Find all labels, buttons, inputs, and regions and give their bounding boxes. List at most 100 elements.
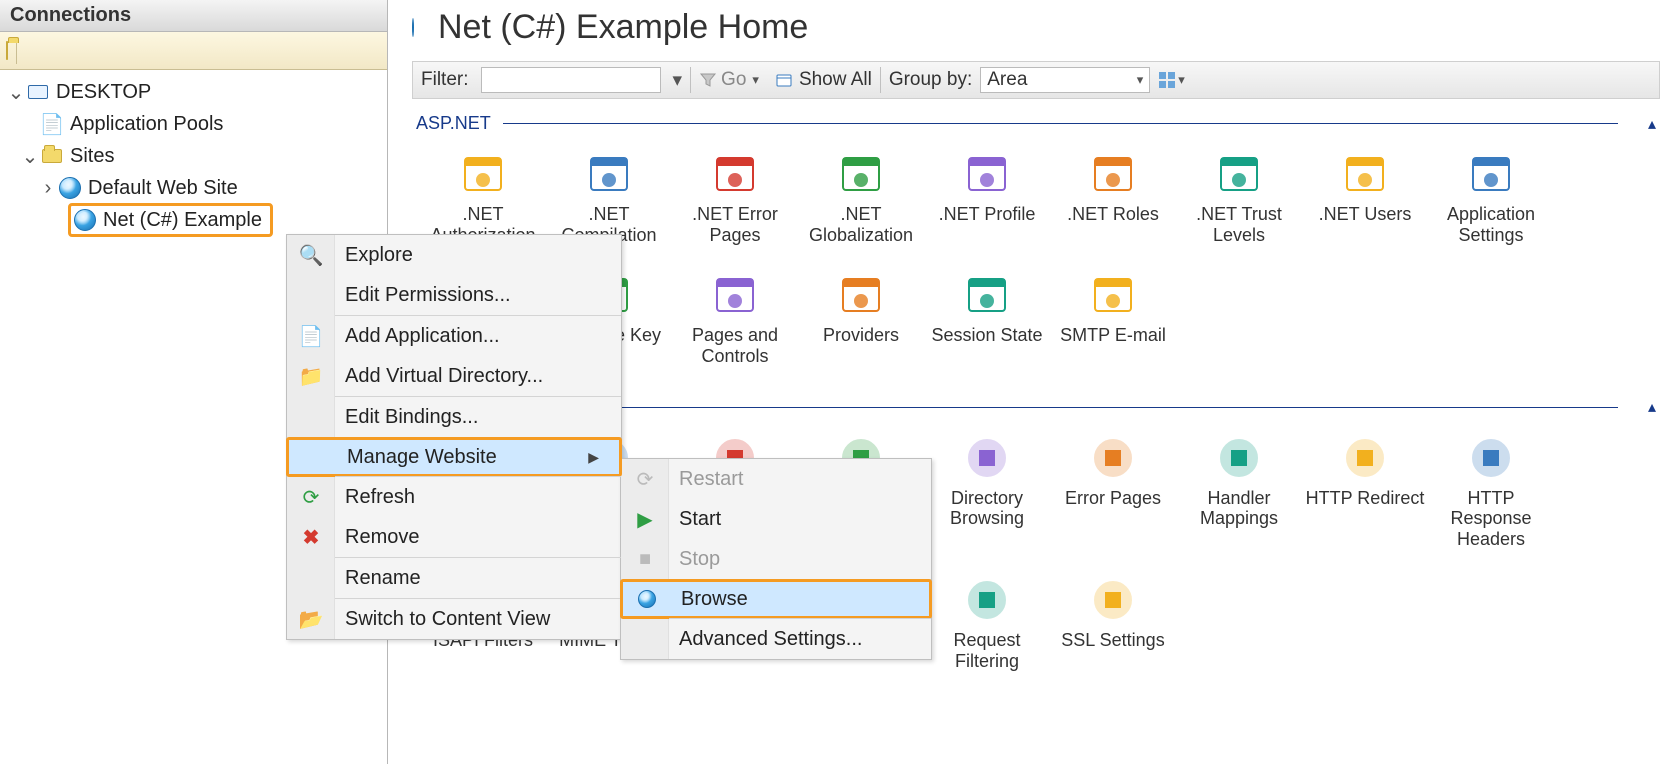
menu-rename[interactable]: Rename <box>287 558 621 598</box>
tree-label: DESKTOP <box>56 81 151 104</box>
collapse-icon[interactable]: ▴ <box>1648 397 1656 417</box>
feature-icon <box>546 148 672 200</box>
feature-icon <box>924 148 1050 200</box>
feature-item[interactable]: .NET Users <box>1302 144 1428 245</box>
feature-item[interactable]: Request Filtering <box>924 570 1050 671</box>
menu-switch-content-view[interactable]: 📂 Switch to Content View <box>287 599 621 639</box>
menu-explore[interactable]: 🔍 Explore <box>287 235 621 275</box>
refresh-icon: ⟳ <box>297 485 325 510</box>
feature-label: HTTP Response Headers <box>1428 488 1554 550</box>
collapse-icon[interactable]: ⌄ <box>6 80 26 105</box>
feature-icon <box>672 148 798 200</box>
feature-icon <box>798 269 924 321</box>
feature-label: .NET Users <box>1302 204 1428 225</box>
menu-label: Switch to Content View <box>345 608 550 631</box>
feature-icon <box>1050 574 1176 626</box>
feature-item[interactable]: Handler Mappings <box>1176 428 1302 550</box>
submenu-start[interactable]: ▶ Start <box>621 499 931 539</box>
feature-icon <box>420 148 546 200</box>
menu-label: Rename <box>345 567 421 590</box>
tree-node-desktop[interactable]: ⌄ DESKTOP <box>2 76 385 108</box>
feature-item[interactable]: HTTP Redirect <box>1302 428 1428 550</box>
tree-node-net-example[interactable]: Net (C#) Example <box>2 204 385 236</box>
connections-tree: ⌄ DESKTOP 📄 Application Pools ⌄ Sites › … <box>0 70 387 242</box>
feature-label: Directory Browsing <box>924 488 1050 529</box>
group-header-aspnet[interactable]: ASP.NET ▴ <box>416 113 1664 134</box>
feature-item[interactable]: .NET Authorization <box>420 144 546 245</box>
connections-header: Connections <box>0 0 387 32</box>
go-button[interactable]: Go ▾ <box>691 62 767 98</box>
feature-item[interactable]: Application Settings <box>1428 144 1554 245</box>
feature-label: Error Pages <box>1050 488 1176 509</box>
filter-dropdown-icon[interactable]: ▾ <box>665 62 691 98</box>
tree-node-app-pools[interactable]: 📄 Application Pools <box>2 108 385 140</box>
collapse-icon[interactable]: ⌄ <box>20 144 40 169</box>
menu-add-application[interactable]: 📄 Add Application... <box>287 316 621 356</box>
menu-manage-website[interactable]: Manage Website ▶ <box>286 437 622 477</box>
feature-label: Pages and Controls <box>672 325 798 366</box>
feature-item[interactable]: SSL Settings <box>1050 570 1176 671</box>
menu-label: Manage Website <box>347 446 497 469</box>
feature-label: .NET Globalization <box>798 204 924 245</box>
show-all-button[interactable]: Show All <box>767 62 880 98</box>
content-view-icon: 📂 <box>297 607 325 632</box>
funnel-icon <box>699 71 717 89</box>
tree-node-default-web-site[interactable]: › Default Web Site <box>2 172 385 204</box>
filter-input[interactable] <box>481 67 661 93</box>
submenu-advanced-settings[interactable]: Advanced Settings... <box>621 619 931 659</box>
feature-item[interactable]: Error Pages <box>1050 428 1176 550</box>
feature-item[interactable]: .NET Error Pages <box>672 144 798 245</box>
feature-label: Application Settings <box>1428 204 1554 245</box>
feature-item[interactable]: SMTP E-mail <box>1050 265 1176 366</box>
feature-item[interactable]: Pages and Controls <box>672 265 798 366</box>
globe-icon <box>412 19 414 37</box>
expand-icon[interactable]: › <box>38 177 58 200</box>
menu-label: Browse <box>681 588 748 611</box>
menu-label: Edit Bindings... <box>345 406 478 429</box>
collapse-icon[interactable]: ▴ <box>1648 114 1656 134</box>
filter-toolbar: Filter: ▾ Go ▾ Show All Group by: Area ▾… <box>412 61 1660 99</box>
feature-icon <box>924 574 1050 626</box>
feature-item[interactable]: Directory Browsing <box>924 428 1050 550</box>
feature-icon <box>1428 148 1554 200</box>
tree-label: Application Pools <box>70 113 223 136</box>
restart-icon: ⟳ <box>631 467 659 492</box>
submenu-restart: ⟳ Restart <box>621 459 931 499</box>
menu-add-virtual-directory[interactable]: 📁 Add Virtual Directory... <box>287 356 621 396</box>
menu-refresh[interactable]: ⟳ Refresh <box>287 477 621 517</box>
app-pools-icon: 📄 <box>40 112 64 137</box>
feature-label: .NET Roles <box>1050 204 1176 225</box>
folder-icon[interactable] <box>6 42 8 60</box>
group-by-value: Area <box>987 69 1027 91</box>
menu-remove[interactable]: ✖ Remove <box>287 517 621 557</box>
menu-label: Restart <box>679 468 743 491</box>
feature-item[interactable]: Session State <box>924 265 1050 366</box>
feature-icon <box>672 269 798 321</box>
tree-label: Sites <box>70 145 114 168</box>
menu-label: Add Virtual Directory... <box>345 365 543 388</box>
group-by-select[interactable]: Area ▾ <box>980 67 1150 93</box>
menu-edit-bindings[interactable]: Edit Bindings... <box>287 397 621 437</box>
start-icon: ▶ <box>631 507 659 532</box>
feature-label: SMTP E-mail <box>1050 325 1176 346</box>
feature-item[interactable]: Providers <box>798 265 924 366</box>
tree-label: Net (C#) Example <box>103 209 262 232</box>
menu-edit-permissions[interactable]: Edit Permissions... <box>287 275 621 315</box>
submenu-arrow-icon: ▶ <box>588 449 599 466</box>
feature-label: .NET Error Pages <box>672 204 798 245</box>
feature-item[interactable]: .NET Trust Levels <box>1176 144 1302 245</box>
feature-item[interactable]: .NET Globalization <box>798 144 924 245</box>
submenu-browse[interactable]: Browse <box>620 579 932 619</box>
tree-label: Default Web Site <box>88 177 238 200</box>
feature-label: .NET Trust Levels <box>1176 204 1302 245</box>
submenu-manage-website: ⟳ Restart ▶ Start ■ Stop Browse Advanced… <box>620 458 932 660</box>
remove-icon: ✖ <box>297 525 325 550</box>
tree-node-sites[interactable]: ⌄ Sites <box>2 140 385 172</box>
feature-item[interactable]: .NET Profile <box>924 144 1050 245</box>
feature-item[interactable]: .NET Roles <box>1050 144 1176 245</box>
view-mode-button[interactable]: ▾ <box>1150 62 1193 98</box>
feature-item[interactable]: .NET Compilation <box>546 144 672 245</box>
filter-label: Filter: <box>413 62 477 98</box>
feature-icon <box>1302 432 1428 484</box>
feature-item[interactable]: HTTP Response Headers <box>1428 428 1554 550</box>
